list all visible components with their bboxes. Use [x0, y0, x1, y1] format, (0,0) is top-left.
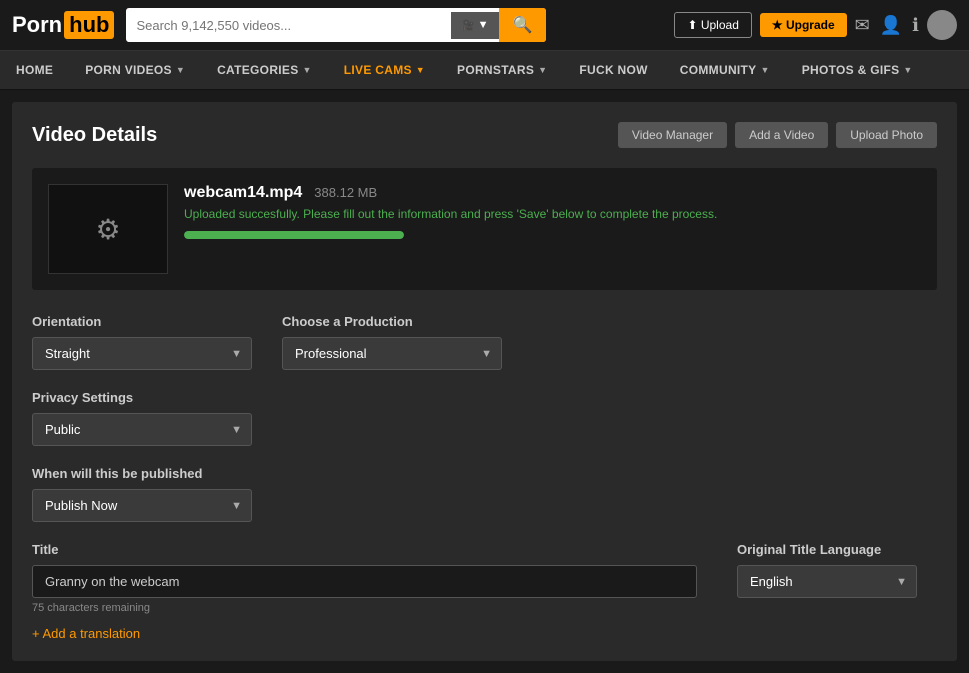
logo-hub: hub [64, 11, 114, 39]
nav-item-live-cams[interactable]: LIVE CAMS ▼ [328, 51, 441, 89]
main-nav: HOME PORN VIDEOS ▼ CATEGORIES ▼ LIVE CAM… [0, 51, 969, 90]
upload-info: webcam14.mp4 388.12 MB Uploaded succesfu… [184, 184, 921, 239]
title-group: Title 75 characters remaining [32, 542, 697, 614]
orientation-label: Orientation [32, 314, 252, 329]
orientation-group: Orientation Straight Gay Transgender [32, 314, 252, 370]
publish-select-wrapper: Publish Now Schedule [32, 489, 252, 522]
title-section: Title 75 characters remaining Original T… [32, 542, 937, 614]
cam-search-button[interactable]: 🎥 ▼ [451, 12, 499, 39]
progress-bar [184, 231, 404, 239]
publish-row: When will this be published Publish Now … [32, 466, 937, 522]
header-icons: ✉ 👤 ℹ [855, 15, 919, 36]
production-select-wrapper: Professional Amateur [282, 337, 502, 370]
nav-item-categories[interactable]: CATEGORIES ▼ [201, 51, 328, 89]
person-icon[interactable]: 👤 [880, 15, 902, 36]
upload-photo-button[interactable]: Upload Photo [836, 122, 937, 148]
header: Pornhub 🎥 ▼ 🔍 ⬆ Upload ★ Upgrade ✉ 👤 ℹ [0, 0, 969, 51]
upload-section: ⚙ webcam14.mp4 388.12 MB Uploaded succes… [32, 168, 937, 290]
nav-item-community[interactable]: COMMUNITY ▼ [664, 51, 786, 89]
chevron-down-icon: ▼ [303, 65, 312, 75]
progress-bar-container [184, 231, 404, 239]
nav-item-photos-gifs[interactable]: PHOTOS & GIFS ▼ [786, 51, 929, 89]
nav-item-fuck-now[interactable]: FUCK NOW [563, 51, 663, 89]
logo-porn: Porn [12, 12, 62, 38]
nav-item-pornstars[interactable]: PORNSTARS ▼ [441, 51, 563, 89]
production-label: Choose a Production [282, 314, 502, 329]
header-right: ⬆ Upload ★ Upgrade ✉ 👤 ℹ [674, 10, 957, 40]
publish-label: When will this be published [32, 466, 252, 481]
orientation-select[interactable]: Straight Gay Transgender [32, 337, 252, 370]
upload-size: 388.12 MB [314, 185, 377, 200]
info-icon[interactable]: ℹ [912, 15, 919, 36]
char-remaining: 75 characters remaining [32, 602, 697, 614]
search-button[interactable]: 🔍 [499, 8, 547, 42]
chevron-down-icon: ▼ [760, 65, 769, 75]
nav-item-porn-videos[interactable]: PORN VIDEOS ▼ [69, 51, 201, 89]
title-input[interactable] [32, 565, 697, 598]
cam-arrow: ▼ [478, 19, 489, 31]
search-input[interactable] [126, 12, 450, 39]
logo[interactable]: Pornhub [12, 11, 114, 39]
chevron-down-icon: ▼ [176, 65, 185, 75]
chevron-down-icon: ▼ [903, 65, 912, 75]
publish-group: When will this be published Publish Now … [32, 466, 252, 522]
lang-label: Original Title Language [737, 542, 937, 557]
chevron-down-icon: ▼ [416, 65, 425, 75]
title-label: Title [32, 542, 697, 557]
page-actions: Video Manager Add a Video Upload Photo [618, 122, 937, 148]
lang-select-wrapper: English French Spanish German [737, 565, 917, 598]
nav-item-home[interactable]: HOME [0, 51, 69, 89]
language-select[interactable]: English French Spanish German [737, 565, 917, 598]
chevron-down-icon: ▼ [538, 65, 547, 75]
upload-success-message: Uploaded succesfully. Please fill out th… [184, 206, 921, 223]
avatar[interactable] [927, 10, 957, 40]
publish-select[interactable]: Publish Now Schedule [32, 489, 252, 522]
page-title: Video Details [32, 124, 157, 147]
upload-filename: webcam14.mp4 [184, 184, 302, 202]
search-bar: 🎥 ▼ 🔍 [126, 8, 546, 42]
orientation-select-wrapper: Straight Gay Transgender [32, 337, 252, 370]
mail-icon[interactable]: ✉ [855, 15, 870, 36]
privacy-group: Privacy Settings Public Private Hidden [32, 390, 252, 446]
language-group: Original Title Language English French S… [737, 542, 937, 614]
privacy-row: Privacy Settings Public Private Hidden [32, 390, 937, 446]
loading-spinner: ⚙ [95, 213, 120, 246]
privacy-select[interactable]: Public Private Hidden [32, 413, 252, 446]
production-select[interactable]: Professional Amateur [282, 337, 502, 370]
main-content: Video Details Video Manager Add a Video … [12, 102, 957, 661]
camera-icon: 🎥 [461, 19, 475, 32]
production-group: Choose a Production Professional Amateur [282, 314, 502, 370]
upload-button[interactable]: ⬆ Upload [674, 12, 751, 38]
privacy-label: Privacy Settings [32, 390, 252, 405]
video-manager-button[interactable]: Video Manager [618, 122, 727, 148]
add-video-button[interactable]: Add a Video [735, 122, 828, 148]
add-translation-link[interactable]: + Add a translation [32, 626, 937, 641]
upgrade-button[interactable]: ★ Upgrade [760, 13, 847, 37]
page-header: Video Details Video Manager Add a Video … [32, 122, 937, 148]
magnify-icon: 🔍 [513, 17, 533, 34]
privacy-select-wrapper: Public Private Hidden [32, 413, 252, 446]
orientation-production-row: Orientation Straight Gay Transgender Cho… [32, 314, 937, 370]
video-thumbnail: ⚙ [48, 184, 168, 274]
